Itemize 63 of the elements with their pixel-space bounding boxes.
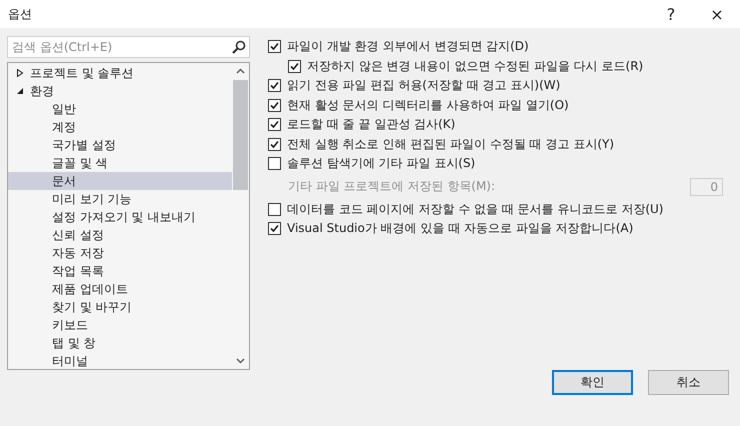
tree-item-label: 일반 bbox=[52, 101, 76, 118]
tree-item[interactable]: 문서 bbox=[8, 172, 232, 190]
tree-item-label: 환경 bbox=[30, 83, 54, 100]
search-icon[interactable] bbox=[232, 40, 246, 54]
checkbox[interactable] bbox=[288, 60, 301, 73]
scroll-thumb[interactable] bbox=[233, 80, 248, 190]
search-field[interactable]: 검색 옵션(Ctrl+E) bbox=[7, 36, 250, 58]
checkbox-label: 전체 실행 취소로 인해 편집된 파일이 수정될 때 경고 표시(Y) bbox=[287, 136, 616, 153]
tree-item-label: 제품 업데이트 bbox=[52, 281, 128, 298]
dialog-button[interactable]: 취소 bbox=[648, 370, 729, 395]
tree-item[interactable]: 탭 및 창 bbox=[8, 334, 232, 352]
checkbox[interactable] bbox=[268, 118, 281, 132]
tree-item[interactable]: 제품 업데이트 bbox=[8, 280, 232, 298]
field-label: 기타 파일 프로젝트에 저장된 항목(M): bbox=[288, 178, 496, 195]
checkbox-label: 데이터를 코드 페이지에 저장할 수 없을 때 문서를 유니코드로 저장(U) bbox=[287, 200, 664, 218]
tree-item-label: 국가별 설정 bbox=[52, 137, 116, 154]
checkbox-label: 파일이 개발 환경 외부에서 변경되면 감지(D) bbox=[287, 38, 530, 56]
help-button[interactable]: ? bbox=[648, 0, 694, 28]
checkbox[interactable] bbox=[268, 202, 281, 216]
checkbox-label: 솔루션 탐색기에 기타 파일 표시(S) bbox=[287, 155, 476, 172]
window-title: 옵션 bbox=[8, 6, 33, 22]
tree-item[interactable]: 계정 bbox=[8, 118, 232, 136]
tree-item-label: 문서 bbox=[52, 173, 76, 190]
expanded-triangle-icon[interactable] bbox=[16, 87, 24, 95]
checkbox[interactable] bbox=[268, 98, 281, 112]
tree-item-label: 찾기 및 바꾸기 bbox=[52, 299, 132, 316]
tree-item[interactable]: 국가별 설정 bbox=[8, 136, 232, 154]
tree-item-label: 설정 가져오기 및 내보내기 bbox=[52, 209, 196, 226]
tree-item-label: 터미널 bbox=[52, 353, 88, 369]
tree-item-label: 자동 저장 bbox=[52, 245, 104, 262]
checkbox[interactable] bbox=[268, 138, 281, 151]
tree-item[interactable]: 일반 bbox=[8, 100, 232, 118]
tree-item[interactable]: 터미널 bbox=[8, 352, 232, 369]
checkbox[interactable] bbox=[268, 222, 281, 236]
tree-item-label: 키보드 bbox=[52, 317, 88, 334]
checkbox-label: Visual Studio가 배경에 있을 때 자동으로 파일을 저장합니다(A) bbox=[287, 220, 634, 238]
checkbox[interactable] bbox=[268, 40, 281, 54]
checkbox-label: 로드할 때 줄 끝 일관성 검사(K) bbox=[287, 116, 456, 134]
checkbox-label: 읽기 전용 파일 편집 허용(저장할 때 경고 표시)(W) bbox=[287, 77, 562, 94]
tree-item-label: 탭 및 창 bbox=[52, 335, 96, 352]
tree-item[interactable]: 글꼴 및 색 bbox=[8, 154, 232, 172]
checkbox-label: 저장하지 않은 변경 내용이 없으면 수정된 파일을 다시 로드(R) bbox=[307, 58, 644, 75]
checkbox[interactable] bbox=[268, 79, 281, 92]
checkbox-label: 현재 활성 문서의 디렉터리를 사용하여 파일 열기(O) bbox=[287, 96, 570, 114]
collapsed-triangle-icon[interactable] bbox=[16, 69, 24, 77]
tree-item[interactable]: 자동 저장 bbox=[8, 244, 232, 262]
tree-item[interactable]: 설정 가져오기 및 내보내기 bbox=[8, 208, 232, 226]
tree-item[interactable]: 키보드 bbox=[8, 316, 232, 334]
tree-item[interactable]: 미리 보기 기능 bbox=[8, 190, 232, 208]
tree-item-label: 글꼴 및 색 bbox=[52, 155, 108, 172]
close-button[interactable]: × bbox=[694, 0, 740, 28]
tree-item-label: 신뢰 설정 bbox=[52, 227, 104, 244]
checkbox[interactable] bbox=[268, 157, 281, 170]
tree-item[interactable]: 환경 bbox=[8, 82, 232, 100]
tree-item[interactable]: 찾기 및 바꾸기 bbox=[8, 298, 232, 316]
tree-item[interactable]: 작업 목록 bbox=[8, 262, 232, 280]
tree-item-label: 미리 보기 기능 bbox=[52, 191, 132, 208]
tree-item[interactable]: 프로젝트 및 솔루션 bbox=[8, 64, 232, 82]
tree-item-label: 프로젝트 및 솔루션 bbox=[30, 65, 134, 82]
tree-item-label: 작업 목록 bbox=[52, 263, 104, 280]
dialog-button[interactable]: 확인 bbox=[552, 370, 633, 395]
tree-item-label: 계정 bbox=[52, 119, 76, 136]
tree-item[interactable]: 신뢰 설정 bbox=[8, 226, 232, 244]
